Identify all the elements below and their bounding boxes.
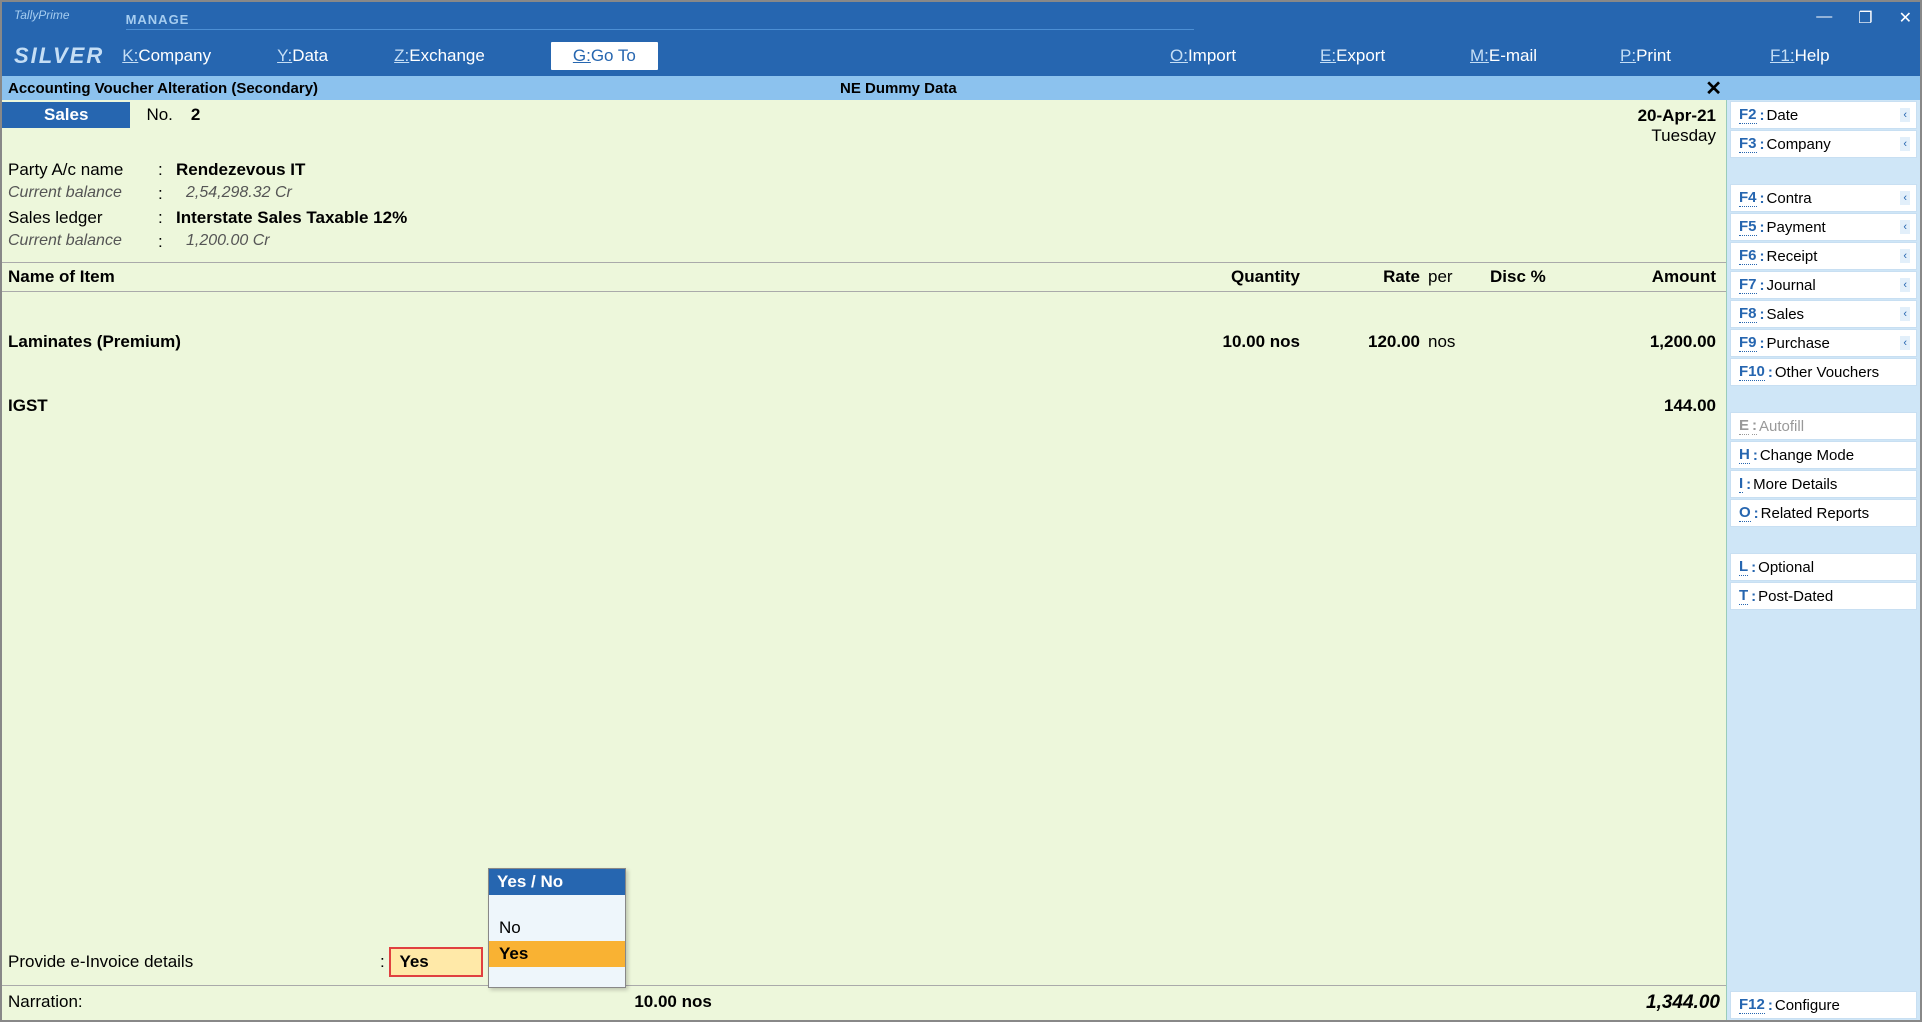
sidebar-btn-company[interactable]: F3:Company‹ <box>1730 130 1917 158</box>
voucher-no-value[interactable]: 2 <box>191 105 200 125</box>
menu-import[interactable]: O:Import <box>1170 46 1320 66</box>
menu-exchange[interactable]: Z:Exchange <box>394 46 485 66</box>
menu-email[interactable]: M:E-mail <box>1470 46 1620 66</box>
ledger-balance-value: 1,200.00 Cr <box>186 232 270 252</box>
item-name[interactable]: Laminates (Premium) <box>8 332 1150 352</box>
voucher-mode-title: Accounting Voucher Alteration (Secondary… <box>8 80 318 97</box>
close-voucher-icon[interactable]: ✕ <box>1705 76 1722 101</box>
ledger-balance-label: Current balance <box>8 232 158 252</box>
sidebar-btn-optional[interactable]: L:Optional <box>1730 553 1917 581</box>
menu-company[interactable]: K:Company <box>122 46 211 66</box>
chevron-left-icon[interactable]: ‹ <box>1900 137 1910 151</box>
chevron-left-icon[interactable]: ‹ <box>1900 278 1910 292</box>
item-rate[interactable]: 120.00 <box>1300 332 1420 352</box>
yesno-option-yes[interactable]: Yes <box>489 941 625 967</box>
tax-row[interactable]: IGST 144.00 <box>2 392 1726 420</box>
voucher-type-tag: Sales <box>2 102 130 128</box>
col-qty: Quantity <box>1150 267 1300 287</box>
ledger-value[interactable]: Interstate Sales Taxable 12% <box>176 208 407 228</box>
party-balance-label: Current balance <box>8 184 158 204</box>
tax-name[interactable]: IGST <box>8 396 1150 416</box>
yesno-popup: Yes / No No Yes <box>488 868 626 988</box>
menu-export[interactable]: E:Export <box>1320 46 1470 66</box>
einvoice-label: Provide e-Invoice details <box>8 952 380 972</box>
party-value[interactable]: Rendezevous IT <box>176 160 305 180</box>
brand-small: TallyPrime <box>14 2 70 22</box>
company-name: NE Dummy Data <box>840 80 957 97</box>
menu-bar: SILVER K:Company Y:Data Z:Exchange G:Go … <box>2 36 1920 76</box>
col-per: per <box>1420 267 1480 287</box>
menu-help[interactable]: F1:Help <box>1770 46 1920 66</box>
sub-bar: Accounting Voucher Alteration (Secondary… <box>2 76 1920 100</box>
sidebar-btn-sales[interactable]: F8:Sales‹ <box>1730 300 1917 328</box>
voucher-content: Sales No. 2 20-Apr-21 Tuesday Party A/c … <box>2 100 1726 1020</box>
narration-label[interactable]: Narration: <box>8 992 83 1014</box>
chevron-left-icon[interactable]: ‹ <box>1900 336 1910 350</box>
chevron-left-icon[interactable]: ‹ <box>1900 108 1910 122</box>
sidebar-btn-autofill: E:Autofill <box>1730 412 1917 440</box>
einvoice-value[interactable]: Yes <box>389 947 483 977</box>
menu-goto[interactable]: G:Go To <box>551 42 658 70</box>
window-buttons: — ❐ ✕ <box>1816 8 1912 28</box>
voucher-date[interactable]: 20-Apr-21 <box>1638 106 1716 126</box>
tax-amount[interactable]: 144.00 <box>1580 396 1720 416</box>
item-table-header: Name of Item Quantity Rate per Disc % Am… <box>2 262 1726 292</box>
item-amount[interactable]: 1,200.00 <box>1580 332 1720 352</box>
col-disc: Disc % <box>1480 267 1580 287</box>
menu-data[interactable]: Y:Data <box>277 46 328 66</box>
yesno-option-no[interactable]: No <box>489 915 625 941</box>
sidebar-btn-other-vouchers[interactable]: F10:Other Vouchers <box>1730 358 1917 386</box>
brand-big: SILVER <box>14 43 104 69</box>
sidebar-btn-post-dated[interactable]: T:Post-Dated <box>1730 582 1917 610</box>
right-sidebar: F2:Date‹F3:Company‹ F4:Contra‹F5:Payment… <box>1726 100 1920 1020</box>
sidebar-btn-receipt[interactable]: F6:Receipt‹ <box>1730 242 1917 270</box>
item-qty[interactable]: 10.00 nos <box>1150 332 1300 352</box>
item-row[interactable]: Laminates (Premium) 10.00 nos 120.00 nos… <box>2 328 1726 356</box>
party-label: Party A/c name <box>8 160 158 180</box>
party-balance-value: 2,54,298.32 Cr <box>186 184 292 204</box>
voucher-day: Tuesday <box>1638 126 1716 146</box>
sidebar-btn-change-mode[interactable]: H:Change Mode <box>1730 441 1917 469</box>
sidebar-btn-more-details[interactable]: I:More Details <box>1730 470 1917 498</box>
sidebar-btn-journal[interactable]: F7:Journal‹ <box>1730 271 1917 299</box>
manage-label[interactable]: MANAGE <box>126 12 1194 30</box>
total-amount: 1,344.00 <box>1646 992 1720 1014</box>
sidebar-btn-payment[interactable]: F5:Payment‹ <box>1730 213 1917 241</box>
menu-print[interactable]: P:Print <box>1620 46 1770 66</box>
chevron-left-icon[interactable]: ‹ <box>1900 191 1910 205</box>
title-bar: TallyPrime MANAGE — ❐ ✕ <box>2 2 1920 36</box>
total-qty: 10.00 nos <box>634 992 1094 1014</box>
col-amount: Amount <box>1580 267 1720 287</box>
item-per[interactable]: nos <box>1420 332 1480 352</box>
voucher-no-label: No. <box>146 105 172 125</box>
chevron-left-icon[interactable]: ‹ <box>1900 249 1910 263</box>
maximize-button[interactable]: ❐ <box>1858 8 1872 28</box>
col-name: Name of Item <box>8 267 1150 287</box>
sidebar-btn-date[interactable]: F2:Date‹ <box>1730 101 1917 129</box>
yesno-header: Yes / No <box>489 869 625 895</box>
col-rate: Rate <box>1300 267 1420 287</box>
chevron-left-icon[interactable]: ‹ <box>1900 220 1910 234</box>
minimize-button[interactable]: — <box>1816 8 1832 28</box>
close-button[interactable]: ✕ <box>1899 8 1912 28</box>
item-disc[interactable] <box>1480 332 1580 352</box>
sidebar-btn-purchase[interactable]: F9:Purchase‹ <box>1730 329 1917 357</box>
ledger-label: Sales ledger <box>8 208 158 228</box>
sidebar-btn-configure[interactable]: F12:Configure <box>1730 991 1917 1019</box>
sidebar-btn-related-reports[interactable]: O:Related Reports <box>1730 499 1917 527</box>
chevron-left-icon[interactable]: ‹ <box>1900 307 1910 321</box>
sidebar-btn-contra[interactable]: F4:Contra‹ <box>1730 184 1917 212</box>
